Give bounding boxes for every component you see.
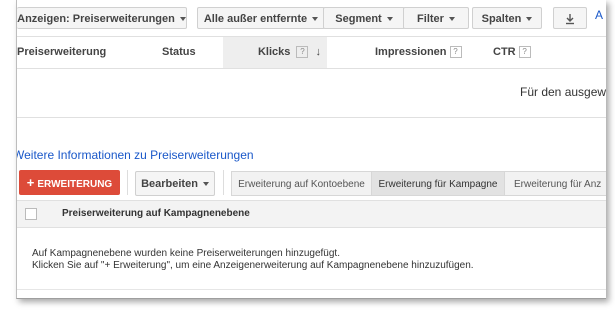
help-icon[interactable]: ? (518, 46, 531, 59)
plus-icon: + (26, 175, 35, 190)
tab-ad-group-level[interactable]: Erweiterung für Anz (504, 171, 606, 196)
edit-label: Bearbeiten (141, 178, 198, 190)
col-ctr-label: CTR (493, 46, 516, 58)
filter-label: Filter (417, 13, 444, 25)
empty-line-1: Auf Kampagnenebene wurden keine Preiserw… (32, 248, 340, 259)
chevron-down-icon (312, 17, 319, 22)
col-impressions[interactable]: Impressionen? (375, 37, 462, 68)
stats-table-header: Preiserweiterung Status Klicks ? ↓ Impre… (17, 36, 606, 69)
chevron-down-icon (202, 182, 209, 187)
help-icon[interactable]: ? (296, 46, 309, 59)
add-extension-button[interactable]: + ERWEITERUNG (19, 170, 120, 195)
chevron-down-icon (526, 17, 533, 22)
cut-link[interactable]: A (595, 8, 603, 22)
learn-more-link[interactable]: Weitere Informationen zu Preiserweiterun… (17, 148, 254, 162)
tab-account-level[interactable]: Erweiterung auf Kontoebene (231, 171, 372, 196)
filter-button[interactable]: Filter (403, 7, 469, 29)
chevron-down-icon (179, 17, 186, 22)
campaign-table-header: Preiserweiterung auf Kampagnenebene (17, 200, 606, 228)
col-ctr[interactable]: CTR? (493, 37, 531, 68)
segment-label: Segment (335, 13, 382, 25)
status-filter-dropdown[interactable]: Alle außer entfernte (197, 7, 325, 29)
divider (17, 289, 606, 290)
edit-dropdown[interactable]: Bearbeiten (135, 171, 215, 196)
columns-label: Spalten (481, 13, 522, 25)
help-icon[interactable]: ? (449, 46, 462, 59)
empty-line-2: Klicken Sie auf "+ Erweiterung", um eine… (32, 260, 474, 271)
add-extension-label: ERWEITERUNG (37, 179, 113, 190)
col-clicks-label: Klicks (257, 46, 291, 58)
separator (223, 170, 224, 195)
col-clicks[interactable]: Klicks ? ↓ (223, 37, 327, 68)
campaign-empty-message: Auf Kampagnenebene wurden keine Preiserw… (32, 248, 474, 272)
segment-button[interactable]: Segment (323, 7, 405, 29)
col-price-extension[interactable]: Preiserweiterung (17, 37, 106, 68)
select-all-checkbox[interactable] (25, 208, 37, 220)
download-button[interactable] (553, 7, 587, 29)
status-filter-label: Alle außer entfernte (203, 13, 308, 25)
show-dropdown-label: Anzeigen: Preiserweiterungen (17, 13, 175, 25)
col-impressions-label: Impressionen (375, 46, 447, 58)
empty-stats-message: Für den ausgew (520, 85, 606, 99)
col-status[interactable]: Status (162, 37, 196, 68)
download-icon (566, 14, 574, 25)
chevron-down-icon (448, 17, 455, 22)
show-dropdown[interactable]: Anzeigen: Preiserweiterungen (17, 7, 187, 29)
sort-desc-icon[interactable]: ↓ (316, 46, 322, 58)
divider (17, 117, 606, 118)
campaign-col-header[interactable]: Preiserweiterung auf Kampagnenebene (62, 201, 250, 227)
separator (127, 170, 128, 195)
columns-button[interactable]: Spalten (472, 7, 542, 29)
extensions-panel: Anzeigen: Preiserweiterungen Alle außer … (16, 0, 606, 299)
chevron-down-icon (386, 17, 393, 22)
tab-campaign-level[interactable]: Erweiterung für Kampagne (371, 171, 505, 196)
